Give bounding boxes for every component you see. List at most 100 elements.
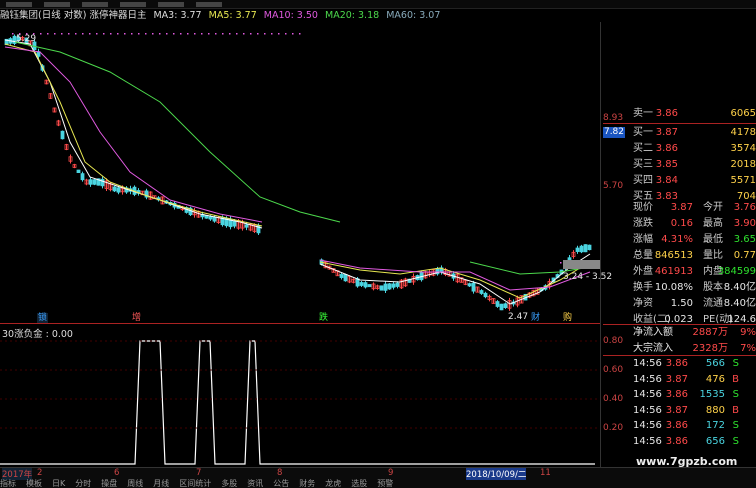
flow-value: 2887万 [692, 327, 728, 338]
buy-volume: 3574 [730, 143, 756, 154]
candle-body [100, 178, 105, 187]
stat-row: 外盘 461913 内盘 384599 [603, 264, 756, 280]
stat-value: 0.16 [670, 218, 693, 229]
toolbar-button[interactable] [196, 2, 222, 7]
ma60-value: MA60: 3.07 [386, 10, 441, 21]
candle-body [88, 179, 93, 185]
stat-value: 3.87 [670, 202, 693, 213]
tick-side: B [732, 404, 739, 416]
signal-dot [68, 33, 70, 35]
signal-dot [110, 33, 112, 35]
bottom-tab[interactable]: 日K [52, 478, 65, 487]
tick-side: S [732, 389, 739, 400]
panel-divider [600, 22, 601, 467]
candle-body [112, 186, 117, 192]
stats-panel: 现价 3.87 今开 3.76 涨跌 0.16 最高 3.90 涨幅 4.31% 最低 3.65 总量 8… [603, 200, 756, 328]
sell-row[interactable]: 卖一 3.86 6065 [603, 106, 756, 122]
toolbar-button[interactable] [6, 2, 32, 7]
buy-row[interactable]: 买四 3.84 5571 [603, 173, 756, 189]
candle-body [92, 179, 97, 185]
signal-dot [243, 33, 245, 35]
signal-dot [285, 33, 287, 35]
toolbar-button[interactable] [82, 2, 108, 7]
bottom-tab[interactable]: 模板 [26, 478, 42, 487]
signal-dot [61, 33, 63, 35]
tick-price: 3.86 [665, 389, 688, 400]
signal-dot [12, 33, 14, 35]
candle-body [343, 273, 348, 282]
toolbar-button[interactable] [120, 2, 146, 7]
bottom-tabs: 指标 模板 日K 分时 操盘 周线 月线 区间统计 多股 资讯 公告 财务 龙虎 选股 预警 [0, 478, 756, 487]
candle-body [483, 292, 488, 298]
bottom-tab[interactable]: 预警 [377, 478, 393, 487]
signal-dot [180, 33, 182, 35]
indicator-chart[interactable] [0, 334, 600, 467]
low-price-label: 2.47 [508, 312, 529, 322]
bottom-tab[interactable]: 区间统计 [179, 478, 211, 487]
indicator-line [0, 340, 595, 465]
candle-body [339, 274, 344, 278]
stat-row: 涨幅 4.31% 最低 3.65 [603, 232, 756, 248]
signal-dot [257, 33, 259, 35]
signal-dot [173, 33, 175, 35]
bottom-tab[interactable]: 资讯 [247, 478, 263, 487]
signal-dot [82, 33, 84, 35]
signal-dot [194, 33, 196, 35]
signal-dot [222, 33, 224, 35]
toolbar-button[interactable] [44, 2, 70, 7]
signal-dot [138, 33, 140, 35]
toolbar-button[interactable] [158, 2, 184, 7]
bottom-tab[interactable]: 多股 [221, 478, 237, 487]
buy-row[interactable]: 买三 3.85 2018 [603, 157, 756, 173]
quote-panel: 卖一 3.86 6065 买一 3.87 4178 买二 3.86 3574 买… [603, 106, 756, 205]
signal-dot [124, 33, 126, 35]
bottom-tab[interactable]: 月线 [153, 478, 169, 487]
bottom-tab[interactable]: 龙虎 [325, 478, 341, 487]
signal-dot [278, 33, 280, 35]
sell-volume: 6065 [730, 108, 756, 119]
stat-row: 换手 10.08% 股本 8.40亿 [603, 280, 756, 296]
book-divider [603, 123, 756, 124]
stat-row: 涨跌 0.16 最高 3.90 [603, 216, 756, 232]
stat-value: 8.40亿 [723, 282, 756, 293]
high-price-label: 5.29 [16, 34, 37, 44]
signal-dot [215, 33, 217, 35]
buy-row[interactable]: 买一 3.87 4178 [603, 125, 756, 141]
bottom-tab[interactable]: 选股 [351, 478, 367, 487]
signal-dot [271, 33, 273, 35]
signal-dot [103, 33, 105, 35]
buy-price: 3.84 [655, 175, 678, 186]
candle-body [76, 169, 81, 174]
bottom-tab[interactable]: 周线 [127, 478, 143, 487]
tick-row: 14:56 3.87 880 B [603, 403, 756, 419]
candle-body [116, 187, 121, 193]
signal-dot [47, 33, 49, 35]
candlestick-chart[interactable] [0, 22, 600, 322]
ma5-value: MA5: 3.77 [208, 10, 257, 21]
bottom-tab[interactable]: 操盘 [101, 478, 117, 487]
signal-dot [187, 33, 189, 35]
bottom-tab[interactable]: 财务 [299, 478, 315, 487]
flow-label: 净流入额 [633, 327, 673, 338]
tick-row: 14:56 3.87 476 B [603, 372, 756, 388]
buy-row[interactable]: 买二 3.86 3574 [603, 141, 756, 157]
buy-volume: 2018 [730, 159, 756, 170]
buy-price: 3.87 [655, 127, 678, 138]
bottom-tab[interactable]: 指标 [0, 478, 16, 487]
candle-body [479, 290, 484, 294]
tick-price: 3.87 [665, 373, 688, 385]
bottom-tab[interactable]: 公告 [273, 478, 289, 487]
tick-volume: 656 [705, 435, 725, 447]
tick-side: S [732, 420, 739, 431]
candle-body [503, 303, 508, 308]
stat-row: 现价 3.87 今开 3.76 [603, 200, 756, 216]
flow-percent: 9% [740, 327, 756, 338]
chart-title[interactable]: 融钰集团(日线 对数) 涨停神器日主 [0, 10, 146, 21]
tick-side: S [732, 358, 739, 369]
buy-price: 3.85 [655, 159, 678, 170]
bottom-tab[interactable]: 分时 [75, 478, 91, 487]
tick-row: 14:56 3.86 566 S [603, 356, 756, 372]
candle-body [383, 283, 388, 291]
signal-dot [152, 33, 154, 35]
tick-row: 14:56 3.86 656 S [603, 434, 756, 450]
